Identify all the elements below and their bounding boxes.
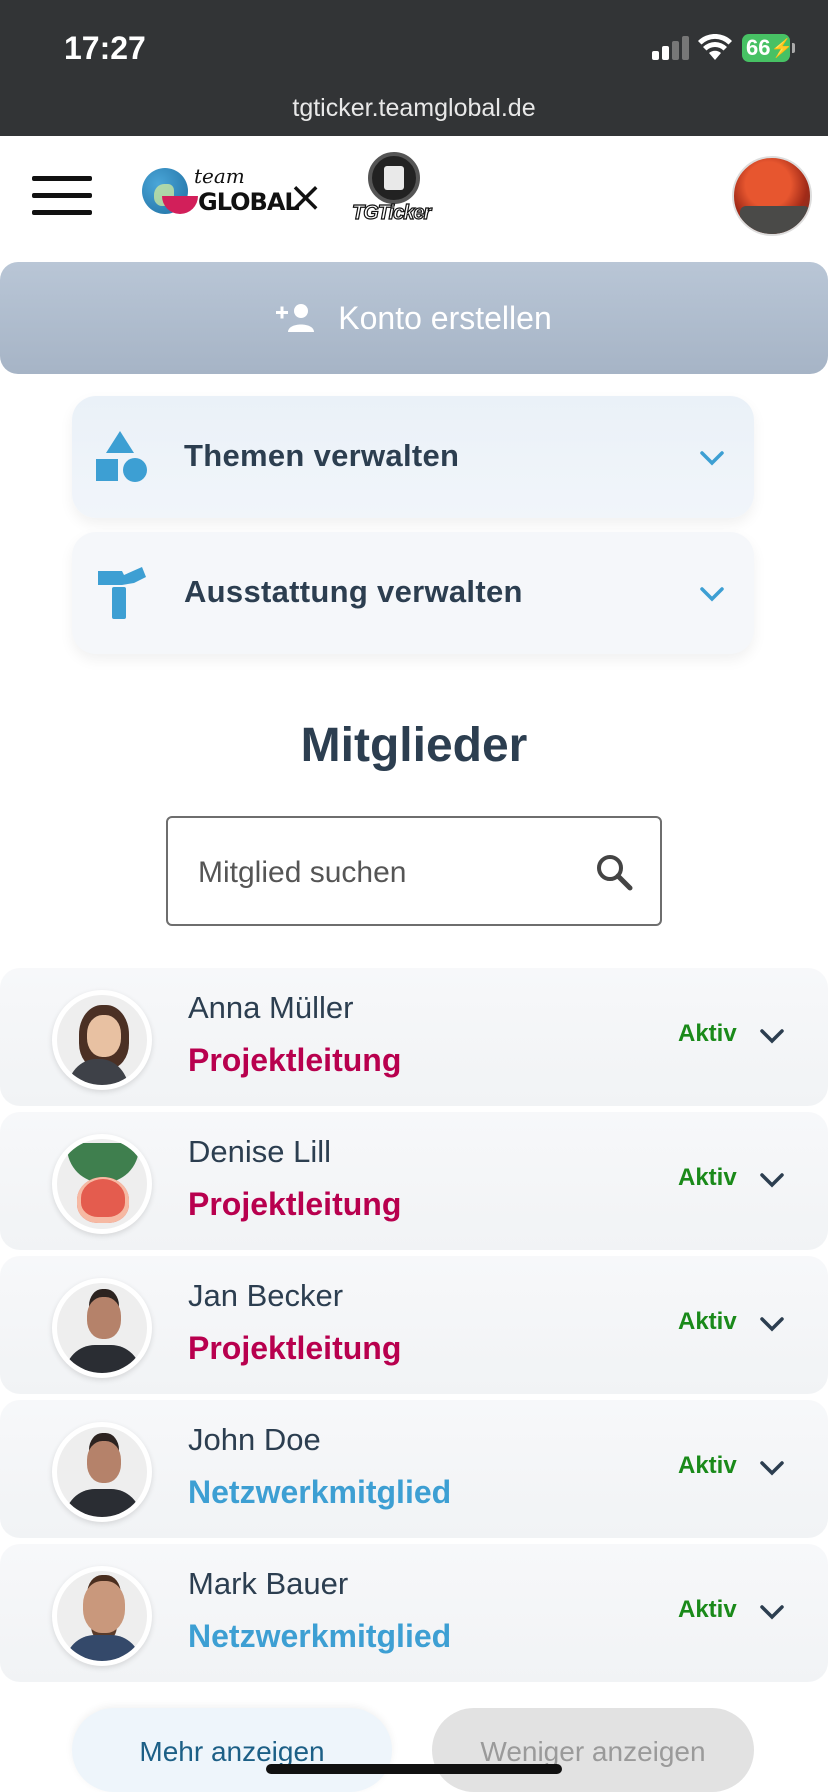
clock: 17:27 [64, 30, 146, 66]
member-status: Aktiv [678, 1308, 737, 1335]
logo-global-text: GLOBAL [198, 188, 300, 216]
search-icon[interactable] [594, 852, 634, 892]
logo-team-text: team [194, 164, 245, 188]
status-bar: 17:27 66 ⚡ tgticker.teamglobal.de [0, 0, 828, 136]
member-status: Aktiv [678, 1164, 737, 1191]
member-avatar [52, 1566, 152, 1666]
member-avatar [52, 1422, 152, 1522]
cellular-signal-icon [652, 36, 690, 60]
chevron-down-icon[interactable] [698, 444, 726, 472]
battery-icon: 66 ⚡ [742, 34, 795, 62]
ticker-badge-icon [368, 152, 420, 204]
chevron-down-icon[interactable] [758, 1598, 786, 1626]
member-name: Jan Becker [188, 1278, 344, 1313]
logo-separator: × [288, 172, 324, 221]
member-search-box [166, 816, 662, 926]
chevron-down-icon[interactable] [758, 1310, 786, 1338]
logo-ticker-text: TGTicker [351, 201, 432, 224]
member-status: Aktiv [678, 1452, 737, 1479]
home-indicator [266, 1764, 562, 1774]
member-row[interactable]: Mark Bauer Netzwerkmitglied Aktiv [0, 1544, 828, 1682]
create-account-label: Konto erstellen [338, 299, 552, 336]
tgticker-logo[interactable]: TGTicker [351, 152, 438, 232]
url-bar[interactable]: tgticker.teamglobal.de [0, 94, 828, 123]
show-more-button[interactable]: Mehr anzeigen [72, 1708, 392, 1792]
member-role: Projektleitung [188, 1330, 402, 1366]
member-search-input[interactable] [198, 848, 568, 898]
member-avatar [52, 1134, 152, 1234]
chevron-down-icon[interactable] [758, 1166, 786, 1194]
shapes-icon [96, 431, 147, 482]
show-less-button[interactable]: Weniger anzeigen [432, 1708, 754, 1792]
manage-topics-label: Themen verwalten [184, 438, 460, 473]
member-avatar [52, 990, 152, 1090]
user-avatar[interactable] [732, 156, 812, 236]
member-row[interactable]: John Doe Netzwerkmitglied Aktiv [0, 1400, 828, 1538]
team-global-logo[interactable]: team GLOBAL [140, 162, 300, 222]
member-role: Netzwerkmitglied [188, 1618, 452, 1654]
member-row[interactable]: Denise Lill Projektleitung Aktiv [0, 1112, 828, 1250]
battery-level: 66 [746, 35, 771, 60]
members-title: Mitglieder [300, 719, 528, 772]
manage-equipment-accordion[interactable]: Ausstattung verwalten [72, 532, 754, 654]
member-role: Projektleitung [188, 1186, 402, 1222]
chevron-down-icon[interactable] [698, 580, 726, 608]
member-status: Aktiv [678, 1020, 737, 1047]
member-name: Anna Müller [188, 990, 354, 1025]
member-row[interactable]: Anna Müller Projektleitung Aktiv [0, 968, 828, 1106]
add-user-icon [276, 304, 315, 332]
wifi-icon [698, 34, 732, 60]
member-name: Denise Lill [188, 1134, 332, 1169]
create-account-button[interactable]: Konto erstellen [0, 262, 828, 374]
member-avatar [52, 1278, 152, 1378]
menu-icon[interactable] [32, 176, 92, 216]
member-name: John Doe [188, 1422, 321, 1457]
member-role: Projektleitung [188, 1042, 402, 1078]
manage-equipment-label: Ausstattung verwalten [184, 574, 523, 609]
chevron-down-icon[interactable] [758, 1022, 786, 1050]
member-name: Mark Bauer [188, 1566, 349, 1601]
hammer-icon [98, 567, 146, 619]
member-row[interactable]: Jan Becker Projektleitung Aktiv [0, 1256, 828, 1394]
member-role: Netzwerkmitglied [188, 1474, 452, 1510]
manage-topics-accordion[interactable]: Themen verwalten [72, 396, 754, 518]
app-header: team GLOBAL × TGTicker [0, 136, 828, 254]
member-status: Aktiv [678, 1596, 737, 1623]
chevron-down-icon[interactable] [758, 1454, 786, 1482]
